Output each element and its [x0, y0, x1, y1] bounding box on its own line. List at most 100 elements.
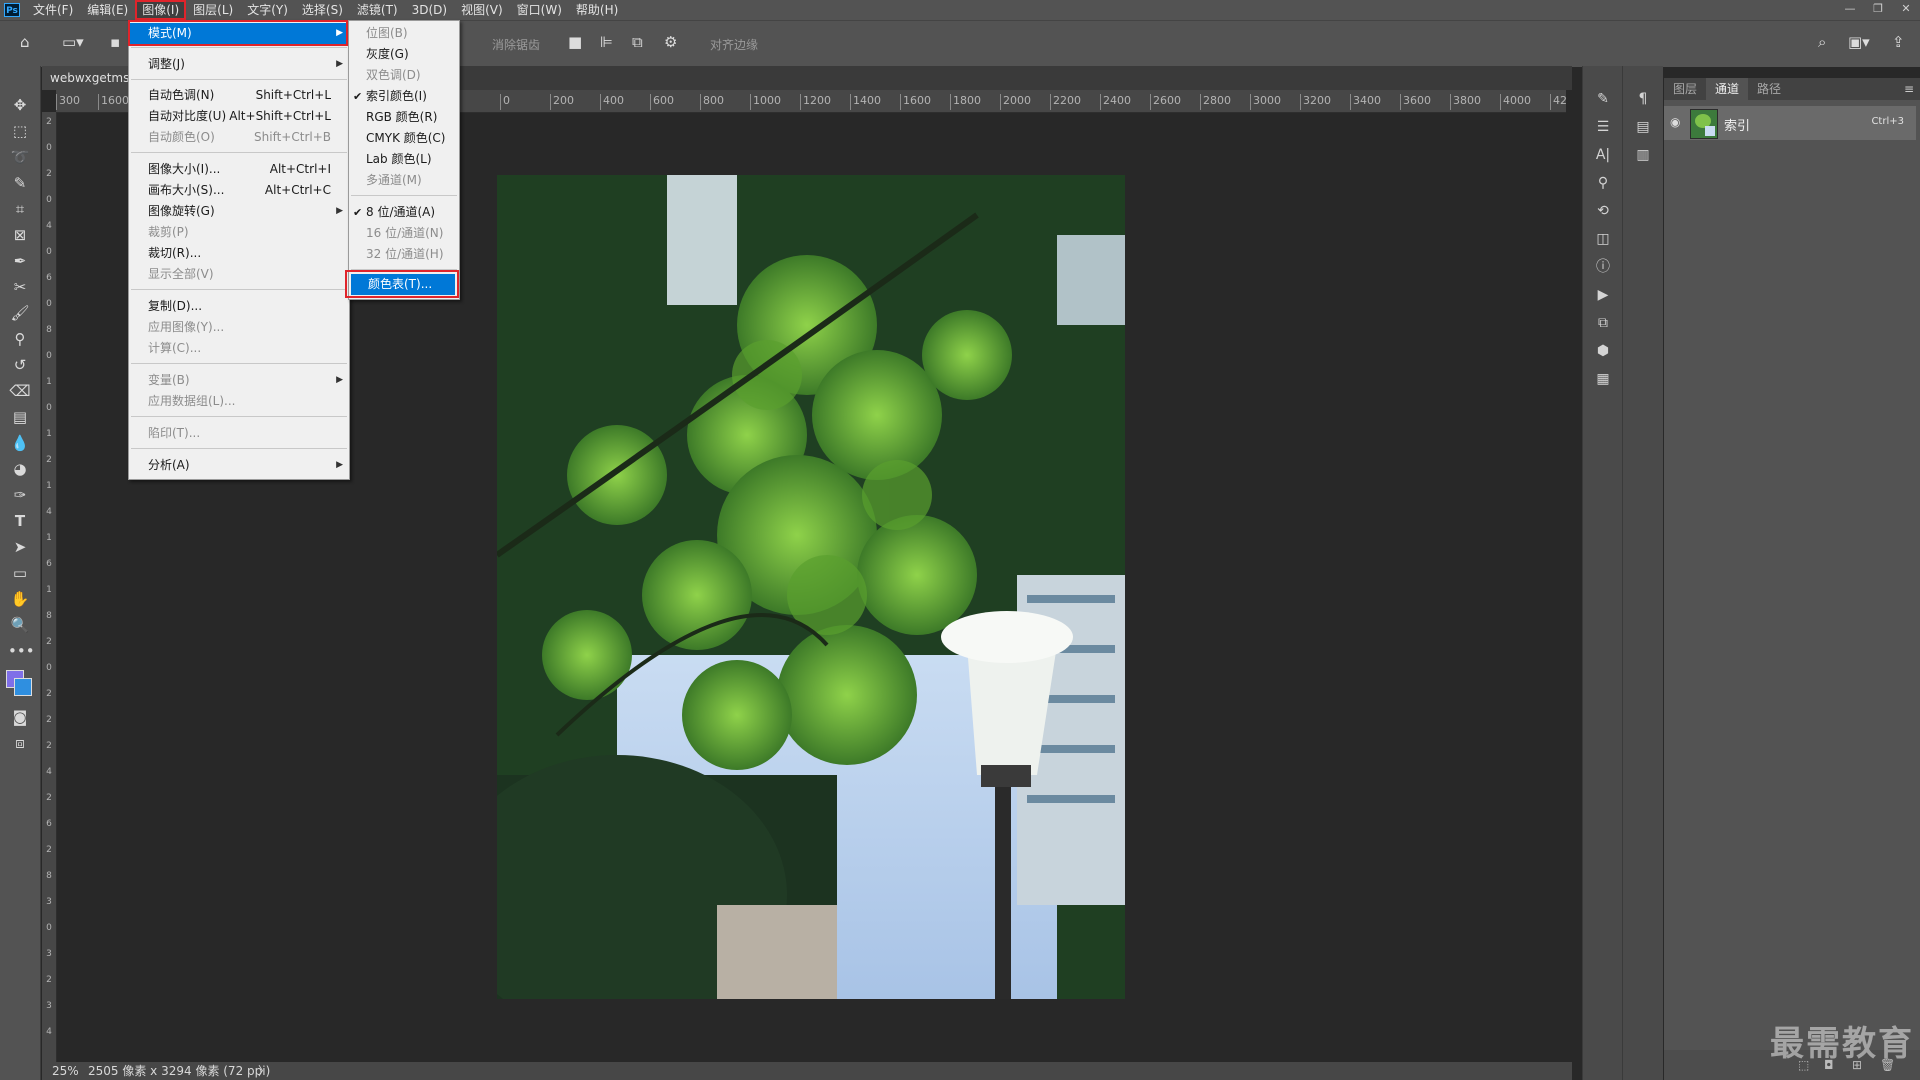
clone-source-icon[interactable]: ⚲: [1591, 172, 1615, 194]
panel-menu-icon[interactable]: ≡: [1904, 82, 1914, 96]
menu-item-apply-image[interactable]: 应用图像(Y)...: [129, 317, 349, 338]
blur-tool-icon[interactable]: 💧: [8, 432, 32, 454]
navigator-icon[interactable]: ⧉: [1591, 312, 1615, 334]
menu-item-variables[interactable]: 变量(B) ▶: [129, 370, 349, 391]
info-icon[interactable]: ⓘ: [1591, 256, 1615, 278]
tab-layers[interactable]: 图层: [1664, 78, 1706, 100]
menu-item-canvas-size[interactable]: 画布大小(S)... Alt+Ctrl+C: [129, 180, 349, 201]
pen-tool-icon[interactable]: ✑: [8, 484, 32, 506]
menu-item-mode[interactable]: 模式(M) ▶: [129, 23, 349, 44]
channel-row[interactable]: ◉ 索引 Ctrl+3: [1664, 106, 1916, 140]
tab-paths[interactable]: 路径: [1748, 78, 1790, 100]
document-tab[interactable]: webwxgetmsg: [42, 66, 132, 90]
submenu-item-cmyk-color[interactable]: CMYK 颜色(C): [349, 128, 459, 149]
lasso-tool-icon[interactable]: ➰: [8, 146, 32, 168]
menu-window[interactable]: 窗口(W): [510, 0, 569, 20]
submenu-item-bitmap[interactable]: 位图(B): [349, 23, 459, 44]
healing-tool-icon[interactable]: ✂: [8, 276, 32, 298]
menu-item-trim[interactable]: 裁切(R)...: [129, 243, 349, 264]
submenu-item-multichannel[interactable]: 多通道(M): [349, 170, 459, 191]
menu-3d[interactable]: 3D(D): [405, 0, 454, 20]
notes-icon[interactable]: ▥: [1631, 144, 1655, 166]
restore-button[interactable]: ❐: [1864, 0, 1892, 18]
type-tool-icon[interactable]: T: [8, 510, 32, 532]
move-tool-icon[interactable]: ✥: [8, 94, 32, 116]
marquee-tool-icon[interactable]: ⬚: [8, 120, 32, 142]
menu-item-duplicate[interactable]: 复制(D)...: [129, 296, 349, 317]
3d-icon[interactable]: ⬢: [1591, 340, 1615, 362]
gradient-tool-icon[interactable]: ▤: [8, 406, 32, 428]
eye-visibility-icon[interactable]: ◉: [1670, 115, 1680, 129]
tab-channels[interactable]: 通道: [1706, 78, 1749, 100]
menu-select[interactable]: 选择(S): [295, 0, 350, 20]
libraries-icon[interactable]: ▤: [1631, 116, 1655, 138]
menu-edit[interactable]: 编辑(E): [80, 0, 135, 20]
submenu-item-lab-color[interactable]: Lab 颜色(L): [349, 149, 459, 170]
submenu-item-grayscale[interactable]: 灰度(G): [349, 44, 459, 65]
menu-help[interactable]: 帮助(H): [569, 0, 625, 20]
paragraph-icon[interactable]: ¶: [1631, 88, 1655, 110]
menu-item-analysis[interactable]: 分析(A) ▶: [129, 455, 349, 476]
menu-view[interactable]: 视图(V): [454, 0, 510, 20]
align-edges-checkbox-label[interactable]: 对齐边缘: [710, 36, 758, 53]
menu-file[interactable]: 文件(F): [26, 0, 80, 20]
settings-gear-icon[interactable]: ⚙: [664, 33, 677, 51]
frame-tool-icon[interactable]: ⊠: [8, 224, 32, 246]
submenu-item-rgb-color[interactable]: RGB 颜色(R): [349, 107, 459, 128]
menu-item-trap[interactable]: 陷印(T)...: [129, 423, 349, 444]
home-icon[interactable]: ⌂: [20, 33, 30, 51]
share-icon[interactable]: ⇪: [1892, 33, 1905, 51]
document-image[interactable]: [497, 175, 1125, 999]
zoom-tool-icon[interactable]: 🔍: [8, 614, 32, 636]
workspace-icon[interactable]: ▣▾: [1848, 33, 1870, 51]
dodge-tool-icon[interactable]: ◕: [8, 458, 32, 480]
background-color-swatch[interactable]: [14, 678, 32, 696]
submenu-item-16-bit[interactable]: 16 位/通道(N): [349, 223, 459, 244]
brush-tool-icon[interactable]: 🖌: [8, 302, 32, 324]
close-button[interactable]: ✕: [1892, 0, 1920, 18]
menu-item-auto-contrast[interactable]: 自动对比度(U) Alt+Shift+Ctrl+L: [129, 106, 349, 127]
menu-type[interactable]: 文字(Y): [240, 0, 295, 20]
eyedropper-tool-icon[interactable]: ✒: [8, 250, 32, 272]
adjustments-icon[interactable]: ☰: [1591, 116, 1615, 138]
search-icon[interactable]: ⌕: [1818, 33, 1826, 51]
path-alignment-icon[interactable]: ⊫: [600, 33, 613, 51]
eraser-tool-icon[interactable]: ⌫: [8, 380, 32, 402]
actions-play-icon[interactable]: ▶: [1591, 284, 1615, 306]
stamp-tool-icon[interactable]: ⚲: [8, 328, 32, 350]
rectangle-tool-icon[interactable]: ▭: [8, 562, 32, 584]
submenu-item-duotone[interactable]: 双色调(D): [349, 65, 459, 86]
swatches-grid-icon[interactable]: ▦: [1591, 368, 1615, 390]
quick-mask-icon[interactable]: ◙: [8, 706, 32, 728]
screen-mode-icon[interactable]: ⧈: [8, 732, 32, 754]
menu-item-image-size[interactable]: 图像大小(I)... Alt+Ctrl+I: [129, 159, 349, 180]
menu-item-auto-tone[interactable]: 自动色调(N) Shift+Ctrl+L: [129, 85, 349, 106]
crop-tool-icon[interactable]: ⌗: [8, 198, 32, 220]
menu-image[interactable]: 图像(I): [135, 0, 187, 20]
character-icon[interactable]: A|: [1591, 144, 1615, 166]
menu-item-auto-color[interactable]: 自动颜色(O) Shift+Ctrl+B: [129, 127, 349, 148]
submenu-item-32-bit[interactable]: 32 位/通道(H): [349, 244, 459, 265]
tool-preset-icon[interactable]: ▭▾: [62, 33, 84, 51]
brush-settings-icon[interactable]: ✎: [1591, 88, 1615, 110]
menu-item-image-rotation[interactable]: 图像旋转(G) ▶: [129, 201, 349, 222]
menu-layer[interactable]: 图层(L): [186, 0, 240, 20]
status-menu-arrow-icon[interactable]: 〉: [258, 1062, 270, 1080]
menu-item-crop[interactable]: 裁剪(P): [129, 222, 349, 243]
more-tools-icon[interactable]: •••: [8, 640, 35, 662]
history-icon[interactable]: ⟲: [1591, 200, 1615, 222]
zoom-level[interactable]: 25%: [52, 1062, 79, 1080]
menu-item-apply-data-set[interactable]: 应用数据组(L)...: [129, 391, 349, 412]
submenu-item-color-table[interactable]: 颜色表(T)...: [351, 274, 455, 295]
path-arrangement-icon[interactable]: ⧉: [632, 33, 643, 51]
properties-icon[interactable]: ◫: [1591, 228, 1615, 250]
submenu-item-8-bit[interactable]: ✔ 8 位/通道(A): [349, 202, 459, 223]
path-operations-icon[interactable]: ■: [568, 33, 582, 51]
shape-mode-icon[interactable]: ▪: [110, 33, 120, 51]
antialias-checkbox-label[interactable]: 消除锯齿: [492, 36, 540, 53]
path-select-tool-icon[interactable]: ➤: [8, 536, 32, 558]
hand-tool-icon[interactable]: ✋: [8, 588, 32, 610]
menu-item-calculations[interactable]: 计算(C)...: [129, 338, 349, 359]
quick-select-tool-icon[interactable]: ✎: [8, 172, 32, 194]
menu-item-adjust[interactable]: 调整(J) ▶: [129, 54, 349, 75]
